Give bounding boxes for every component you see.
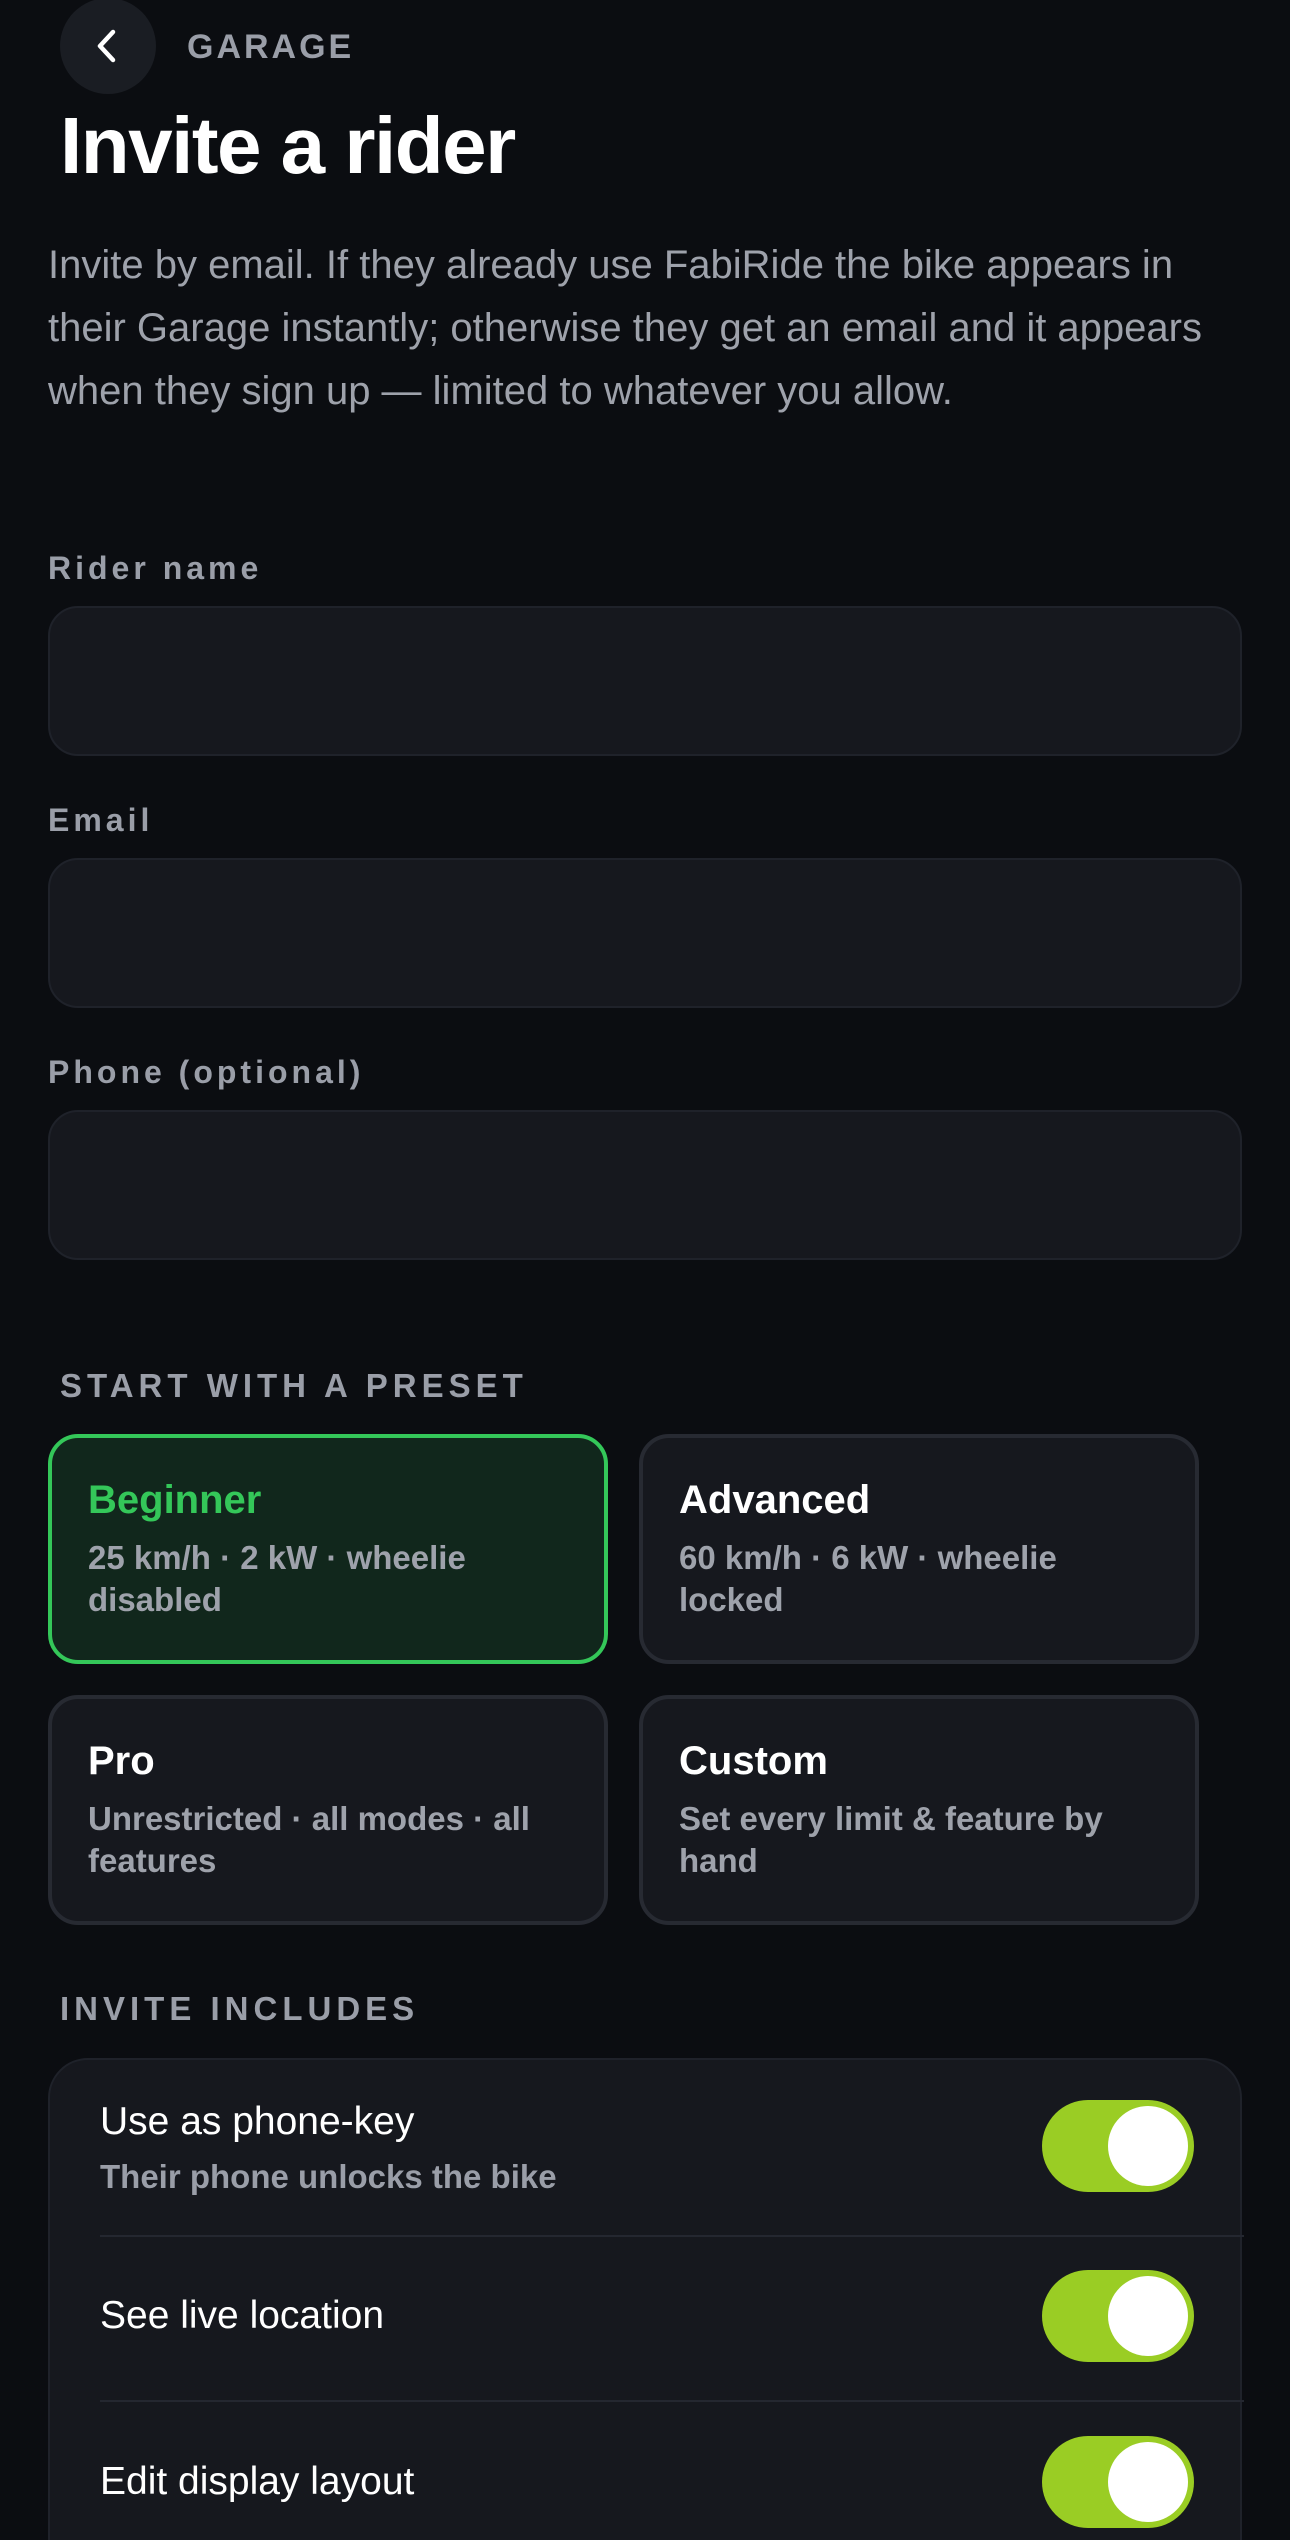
back-button[interactable] — [60, 0, 156, 94]
preset-card-beginner[interactable]: Beginner 25 km/h · 2 kW · wheelie disabl… — [48, 1434, 608, 1664]
breadcrumb[interactable]: GARAGE — [187, 28, 354, 67]
rider-name-label: Rider name — [48, 550, 263, 586]
rider-name-input[interactable] — [48, 606, 1242, 756]
phone-input[interactable] — [48, 1110, 1242, 1260]
preset-desc: Set every limit & feature by hand — [679, 1800, 1103, 1879]
toggle-knob — [1108, 2442, 1188, 2522]
preset-card-custom[interactable]: Custom Set every limit & feature by hand — [639, 1695, 1199, 1925]
preset-name: Advanced — [679, 1478, 871, 1522]
email-input[interactable] — [48, 858, 1242, 1008]
preset-section-header: START WITH A PRESET — [60, 1367, 528, 1404]
include-subtitle: Their phone unlocks the bike — [100, 2158, 557, 2195]
includes-list: Use as phone-key Their phone unlocks the… — [48, 2058, 1244, 2540]
page-title: Invite a rider — [60, 101, 516, 190]
include-row-display-layout: Edit display layout — [100, 2436, 1194, 2528]
include-title: Edit display layout — [100, 2460, 415, 2503]
toggle-knob — [1108, 2106, 1188, 2186]
preset-desc: 25 km/h · 2 kW · wheelie disabled — [88, 1539, 466, 1618]
include-title: See live location — [100, 2294, 385, 2337]
invite-rider-screen: GARAGE Invite a rider Invite by email. I… — [0, 0, 1290, 2540]
preset-card-advanced[interactable]: Advanced 60 km/h · 6 kW · wheelie locked — [639, 1434, 1199, 1664]
email-label: Email — [48, 802, 154, 838]
divider — [100, 2400, 1244, 2402]
live-location-toggle[interactable] — [1042, 2270, 1194, 2362]
phone-key-toggle[interactable] — [1042, 2100, 1194, 2192]
include-row-live-location: See live location — [100, 2270, 1194, 2362]
preset-desc: 60 km/h · 6 kW · wheelie locked — [679, 1539, 1057, 1618]
include-row-phone-key: Use as phone-key Their phone unlocks the… — [100, 2100, 1194, 2220]
preset-name: Pro — [88, 1739, 155, 1783]
divider — [100, 2235, 1244, 2237]
preset-card-pro[interactable]: Pro Unrestricted · all modes · all featu… — [48, 1695, 608, 1925]
include-title: Use as phone-key — [100, 2100, 415, 2143]
preset-name: Custom — [679, 1739, 828, 1783]
phone-label: Phone (optional) — [48, 1054, 365, 1090]
preset-name: Beginner — [88, 1478, 262, 1522]
includes-section-header: INVITE INCLUDES — [60, 1990, 420, 2027]
preset-desc: Unrestricted · all modes · all features — [88, 1800, 530, 1879]
toggle-knob — [1108, 2276, 1188, 2356]
display-layout-toggle[interactable] — [1042, 2436, 1194, 2528]
chevron-left-icon — [97, 29, 116, 63]
intro-text: Invite by email. If they already use Fab… — [48, 243, 1202, 413]
